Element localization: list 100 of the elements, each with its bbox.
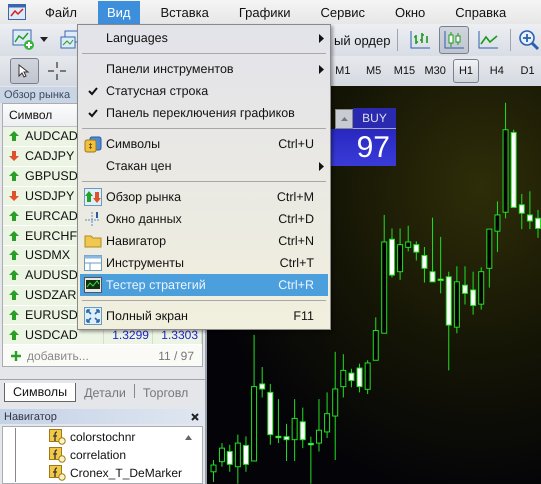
menu-item[interactable]: Символы Ctrl+U <box>80 133 328 155</box>
timeframe-button[interactable]: H4 <box>483 59 510 83</box>
menu-item[interactable]: Обзор рынка Ctrl+M <box>80 186 328 208</box>
indicator-name[interactable]: colorstochnr <box>70 430 136 444</box>
candlestick <box>430 217 436 282</box>
indicator-icon <box>49 447 66 463</box>
symbol-name[interactable]: USDMX <box>25 248 70 262</box>
symbol-name[interactable]: AUDCAD <box>25 129 78 144</box>
timeframe-button[interactable]: H1 <box>452 59 480 83</box>
candlestick <box>348 368 354 388</box>
window-icon <box>84 254 102 272</box>
candlestick <box>242 436 249 472</box>
menu-item[interactable]: Файл <box>36 0 86 24</box>
candlestick <box>259 366 266 398</box>
up-down-arrows-icon <box>84 188 102 206</box>
crosshair-icon <box>84 210 102 228</box>
candlestick <box>292 398 298 462</box>
new-order-button[interactable]: ый ордер <box>334 30 390 50</box>
crosshair-icon <box>47 61 68 81</box>
tab[interactable]: Торговл <box>134 384 196 402</box>
candlestick <box>226 444 233 472</box>
candlestick <box>421 246 428 284</box>
coins-icon <box>84 135 102 153</box>
tab[interactable]: Символы <box>4 383 76 402</box>
menu-item[interactable]: Сервис <box>312 0 374 24</box>
candlestick <box>454 266 460 334</box>
candlestick <box>324 392 330 438</box>
cursor-icon <box>18 64 30 78</box>
symbol-name[interactable]: EURCHF <box>25 228 78 243</box>
line-chart-icon <box>477 30 500 50</box>
menu-item[interactable]: Окно <box>386 0 434 24</box>
timeframe-button[interactable]: M30 <box>422 59 449 83</box>
indicator-name[interactable]: Cronex_T_DeMarker <box>70 466 182 480</box>
candlestick <box>478 266 484 310</box>
buy-button[interactable]: BUY <box>353 108 396 129</box>
candlestick <box>397 228 404 280</box>
tab[interactable]: Детали <box>76 384 134 402</box>
panel-title: Навигатор <box>4 410 57 422</box>
candlestick <box>518 193 525 230</box>
candlestick <box>267 383 274 446</box>
bid-price: 1.3299 <box>112 328 149 342</box>
candlestick <box>405 225 412 252</box>
bar-chart-icon <box>409 30 432 50</box>
symbol-name[interactable]: EURCAD <box>25 208 78 223</box>
candlestick <box>300 407 306 449</box>
candlestick <box>470 271 476 316</box>
menu-item[interactable]: Инструменты Ctrl+T <box>80 252 328 274</box>
symbol-name[interactable]: AUDUSD <box>25 268 78 282</box>
candlestick <box>413 240 420 262</box>
candlestick <box>535 209 541 238</box>
timeframe-button[interactable]: M15 <box>391 59 418 83</box>
caret-icon[interactable] <box>40 37 48 43</box>
symbol-name[interactable]: USDZAR <box>25 288 76 302</box>
expand-icon <box>84 307 102 325</box>
candlestick <box>234 434 241 484</box>
symbol-name[interactable]: GBPUSD <box>25 169 78 184</box>
indicator-name[interactable]: correlation <box>70 448 126 462</box>
menu-item[interactable]: Languages <box>80 27 328 49</box>
candlestick <box>340 354 346 398</box>
timeframe-button[interactable]: D1 <box>514 59 541 83</box>
candlestick <box>308 436 314 484</box>
dropdown-button[interactable] <box>335 109 353 129</box>
candlestick <box>372 316 379 361</box>
candlestick <box>275 398 282 444</box>
close-icon[interactable] <box>191 412 199 420</box>
candlestick-chart-icon <box>443 30 466 50</box>
timeframe-button[interactable]: M5 <box>360 59 387 83</box>
cursor-button[interactable] <box>10 58 39 84</box>
menu-item[interactable]: Вставка <box>152 0 218 24</box>
candlestick <box>486 228 492 288</box>
menu-item[interactable]: Панели инструментов <box>80 58 328 80</box>
candlestick <box>438 236 444 294</box>
menu-item[interactable]: Справка <box>446 0 516 24</box>
candlestick <box>526 190 533 230</box>
candlestick <box>494 200 500 253</box>
candlestick-chart-button[interactable] <box>439 26 470 54</box>
menu-item[interactable]: Окно данных Ctrl+D <box>80 208 328 230</box>
menu-item[interactable]: Графики <box>230 0 300 24</box>
zoom-in-icon[interactable] <box>518 29 540 51</box>
timeframe-button[interactable]: M1 <box>329 59 356 83</box>
candlestick <box>210 459 217 482</box>
symbol-name[interactable]: USDCAD <box>25 328 78 342</box>
price-text: 97 <box>356 132 390 164</box>
ask-price: 1.3303 <box>161 328 198 342</box>
symbol-name[interactable]: CADJPY <box>25 149 74 164</box>
candlestick <box>284 423 290 462</box>
candlestick <box>218 442 225 468</box>
symbol-name[interactable]: USDJPY <box>25 188 74 203</box>
chart-window-icon <box>84 276 102 294</box>
chart-window-icon <box>8 4 26 20</box>
candlestick <box>356 363 363 393</box>
plus-icon <box>11 350 21 361</box>
menu-item[interactable]: Стакан цен <box>80 155 328 177</box>
scroll-up-icon[interactable] <box>185 435 192 440</box>
indicator-icon <box>49 429 66 445</box>
symbol-name[interactable]: EURUSD <box>25 308 78 322</box>
menu-item[interactable]: Навигатор Ctrl+N <box>80 230 328 252</box>
menu-item[interactable]: Полный экран F11 <box>80 305 328 327</box>
symbol-count: 11 / 97 <box>158 348 194 363</box>
new-chart-icon[interactable] <box>12 29 36 51</box>
